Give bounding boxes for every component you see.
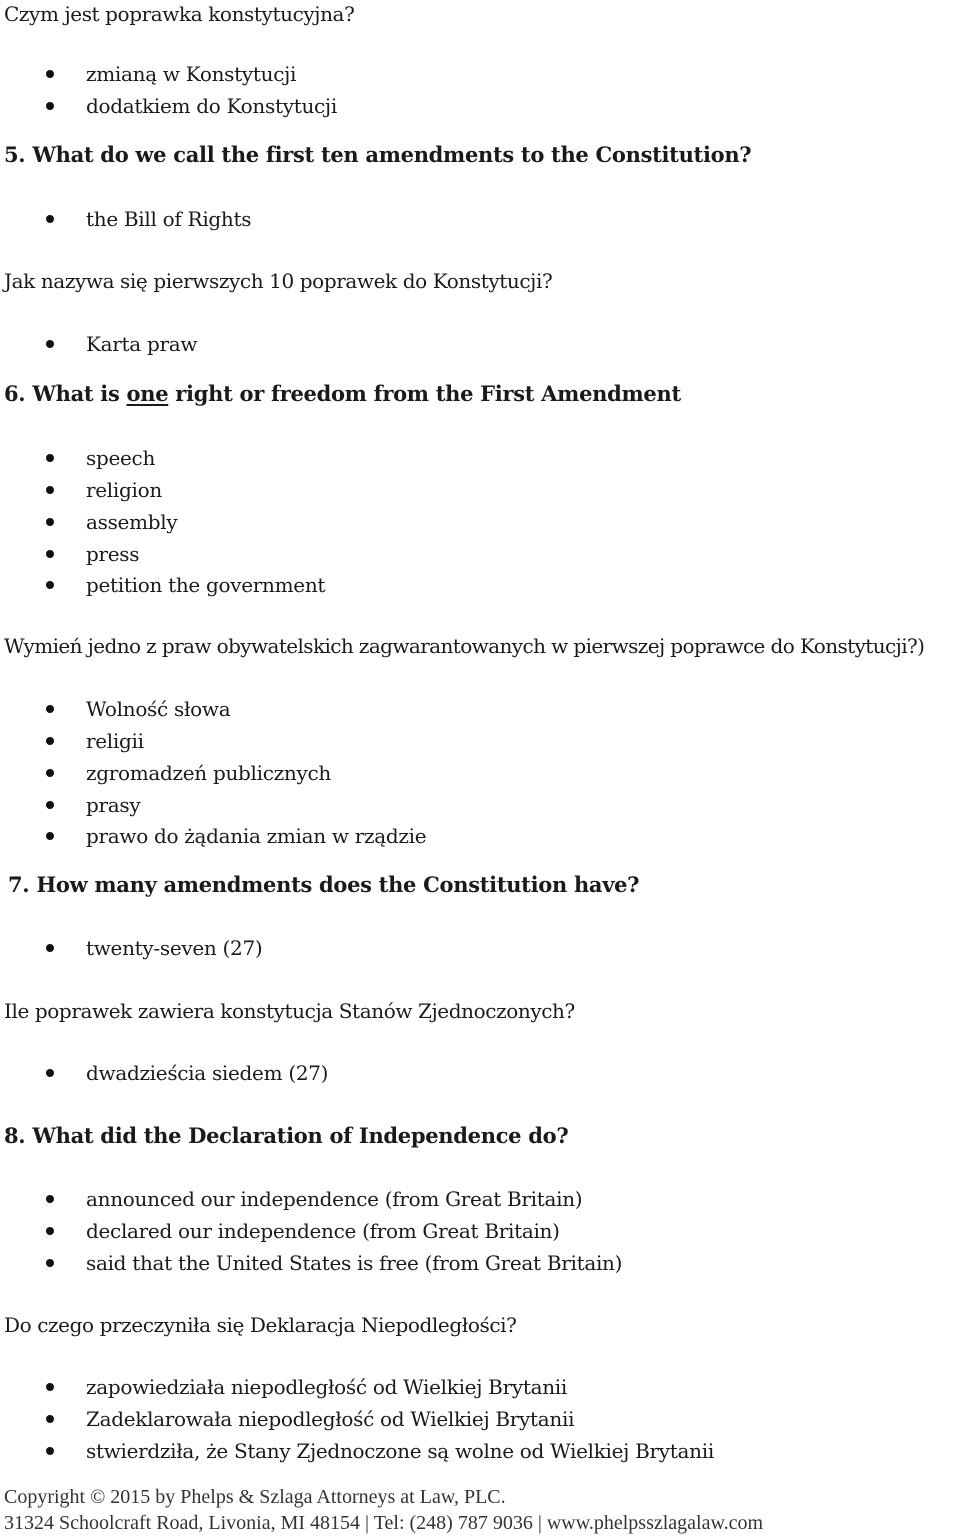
answer-text: prawo do żądania zmian w rządzie — [86, 824, 427, 848]
answer-text: prasy — [86, 793, 141, 817]
bullet-icon — [46, 1447, 54, 1455]
bullet-icon — [46, 1069, 54, 1077]
answer-text: petition the government — [86, 573, 326, 597]
answer-text: zmianą w Konstytucji — [86, 62, 297, 86]
answer-text: declared our independence (from Great Br… — [86, 1219, 560, 1243]
question-5-pl: Jak nazywa się pierwszych 10 poprawek do… — [4, 269, 553, 293]
bullet-icon — [46, 1227, 54, 1235]
answer-text: zgromadzeń publicznych — [86, 761, 331, 785]
question-7-pl: Ile poprawek zawiera konstytucja Stanów … — [4, 999, 575, 1023]
footer-address: 31324 Schoolcraft Road, Livonia, MI 4815… — [4, 1512, 764, 1534]
bullet-icon — [46, 944, 54, 952]
bullet-icon — [46, 832, 54, 840]
bullet-icon — [46, 705, 54, 713]
answer-text: Karta praw — [86, 332, 198, 356]
bullet-icon — [46, 581, 54, 589]
answer-text: assembly — [86, 510, 178, 534]
answer-text: dodatkiem do Konstytucji — [86, 94, 337, 118]
question-7: 7. How many amendments does the Constitu… — [8, 872, 640, 897]
bullet-icon — [46, 801, 54, 809]
bullet-icon — [46, 340, 54, 348]
bullet-icon — [46, 1415, 54, 1423]
footer-copyright: Copyright © 2015 by Phelps & Szlaga Atto… — [4, 1486, 506, 1508]
question-pl-amendment: Czym jest poprawka konstytucyjna? — [4, 2, 355, 26]
answer-text: stwierdziła, że Stany Zjednoczone są wol… — [86, 1439, 714, 1463]
bullet-icon — [46, 454, 54, 462]
question-8: 8. What did the Declaration of Independe… — [4, 1123, 569, 1148]
bullet-icon — [46, 215, 54, 223]
bullet-icon — [46, 1195, 54, 1203]
question-5: 5. What do we call the first ten amendme… — [4, 142, 752, 167]
answer-text: religii — [86, 729, 144, 753]
answer-text: said that the United States is free (fro… — [86, 1251, 623, 1275]
question-8-pl: Do czego przeczyniła się Deklaracja Niep… — [4, 1313, 517, 1337]
bullet-icon — [46, 70, 54, 78]
bullet-icon — [46, 518, 54, 526]
question-6-prefix: 6. What is — [4, 381, 127, 406]
answer-text: dwadzieścia siedem (27) — [86, 1061, 329, 1085]
bullet-icon — [46, 486, 54, 494]
answer-text: Zadeklarowała niepodległość od Wielkiej … — [86, 1407, 575, 1431]
bullet-icon — [46, 1259, 54, 1267]
answer-text: Wolność słowa — [86, 697, 231, 721]
bullet-icon — [46, 769, 54, 777]
question-6-pl: Wymień jedno z praw obywatelskich zagwar… — [4, 634, 925, 658]
answer-text: press — [86, 542, 140, 566]
answer-text: announced our independence (from Great B… — [86, 1187, 583, 1211]
bullet-icon — [46, 102, 54, 110]
bullet-icon — [46, 550, 54, 558]
question-6: 6. What is one right or freedom from the… — [4, 382, 681, 406]
answer-text: the Bill of Rights — [86, 207, 252, 231]
answer-text: speech — [86, 446, 156, 470]
question-6-emphasis: one — [126, 381, 169, 406]
answer-text: religion — [86, 478, 162, 502]
question-6-suffix: right or freedom from the First Amendmen… — [168, 381, 681, 406]
bullet-icon — [46, 1383, 54, 1391]
bullet-icon — [46, 737, 54, 745]
answer-text: twenty-seven (27) — [86, 936, 263, 960]
answer-text: zapowiedziała niepodległość od Wielkiej … — [86, 1375, 567, 1399]
